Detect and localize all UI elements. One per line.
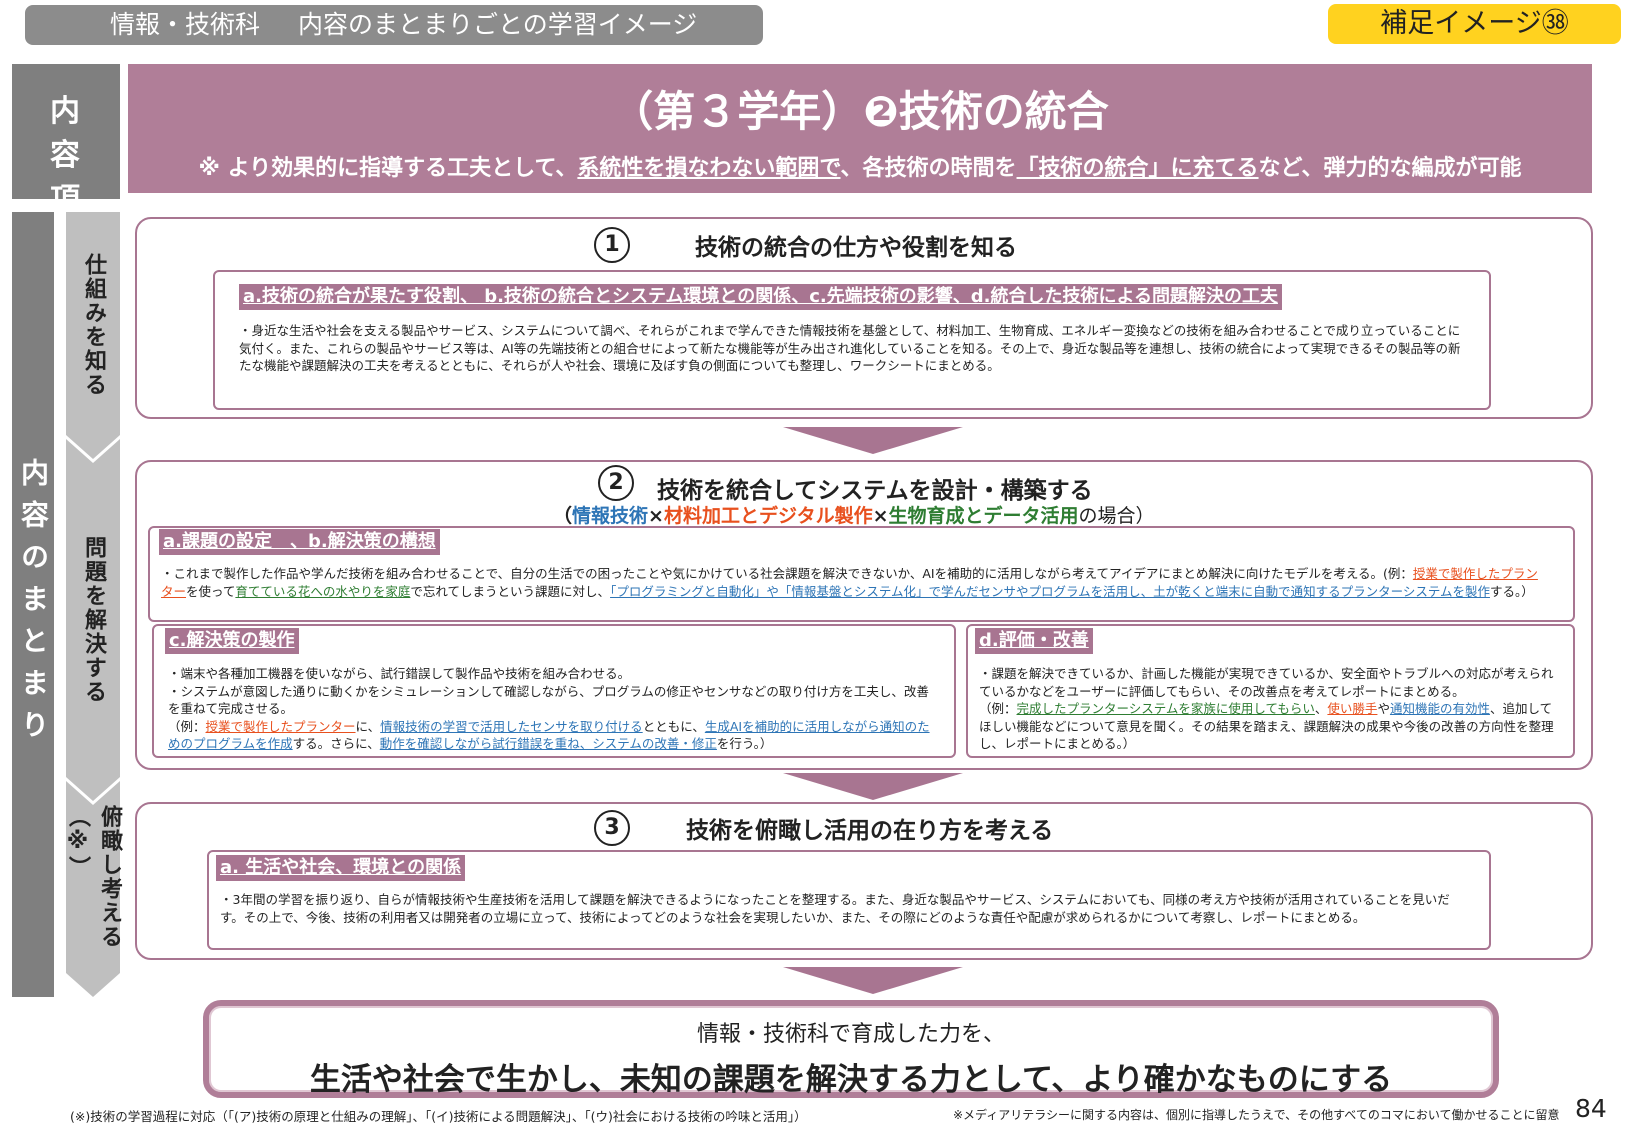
subtitle-info-tech: 情報技術 [572,505,649,527]
subtitle-open: （ [553,505,573,527]
content-item-label-line1: 内 容 [50,94,96,173]
note-underlined-1: 系統性を損なわない範囲で [577,156,841,181]
main-header: （第３学年）❷技術の統合 ※ より効果的に指導する工夫として、系統性を損なわない… [128,64,1592,193]
subtitle-close: の場合） [1078,505,1155,527]
flow-arrow-3 [783,967,963,994]
ab-text-4: する。） [1489,583,1534,599]
conclusion-line-1: 情報・技術科で育成した力を、 [696,1022,1005,1047]
content-item-label: 内 容 項 目 [12,64,120,261]
panel-3-title: 技術を俯瞰し活用の在り方を考える [686,818,1054,844]
footer-note-left: (※)技術の学習過程に対応（「(ア)技術の原理と仕組みの理解」、「(イ)技術によ… [70,1109,807,1124]
step-label-1: 仕組みを知る [81,252,106,397]
c-example: （例：授業で製作したプランターに、情報技術の学習で活用したセンサを取り付けるとと… [168,718,936,753]
panel-3-body: ・3年間の学習を振り返り、自らが情報技術や生産技術を活用して課題を解決できるよう… [220,892,1450,925]
subject-label: 情報・技術科 [110,10,261,39]
ab-text-2: を使って [186,583,236,599]
panel-1-title: 技術の統合の仕方や役割を知る [695,235,1017,261]
flow-arrow-2 [783,773,963,800]
page-title: （第３学年）❷技術の統合 [611,87,1109,136]
note-text-post: など、弾力的な編成が可能 [1258,156,1522,181]
d-text-1: （例： [979,701,1017,716]
c-text-3: とともに、 [642,718,705,734]
panel-2-title: 技術を統合してシステムを設計・構築する [657,478,1093,504]
subtitle-x: × [648,505,664,527]
c-text-1: （例： [168,718,206,734]
ab-text-3: で忘れてしまうという課題に対し、 [410,583,611,599]
supplement-badge: 補足イメージ㊳ [1328,4,1621,44]
header-bar: 情報・技術科 内容のまとまりごとの学習イメージ [25,5,763,45]
panel-2-subtitle: （情報技術×材料加工とデジタル製作×生物育成とデータ活用の場合） [553,501,1155,528]
c-line-2: ・システムが意図した通りに動くかをシミュレーションして確認しながら、プログラムの… [168,683,929,717]
step-number-2: 2 [598,465,634,501]
c-hl-2: 情報技術の学習で活用したセンサを取り付ける [380,718,643,734]
note-text-mid: 、各技術の時間を [840,156,1017,181]
step-number-1: 1 [594,227,630,263]
c-text-2: に、 [355,718,381,734]
subtitle-material: 材料加工とデジタル製作 [663,505,873,527]
c-line-1: ・端末や各種加工機器を使いながら、試行錯誤して製作品や技術を組み合わせる。 [168,666,631,681]
panel-2-c-heading: c.解決策の製作 [165,628,299,654]
d-text-2: 、 [1314,701,1328,716]
footer-note-right: ※メディアリテラシーに関する内容は、個別に指導したうえで、その他すべてのコマにお… [953,1108,1560,1122]
d-hl-2: 使い勝手 [1327,701,1378,716]
flow-arrow-1 [783,427,963,454]
d-text-3: や [1377,701,1390,716]
c-hl-1: 授業で製作したプランター [205,718,356,734]
side-label: 内容のまとまり [12,212,54,997]
d-hl-3: 通知機能の有効性 [1389,701,1490,716]
panel-2-ab-body: ・これまで製作した作品や学んだ技術を組み合わせることで、自分の生活での困ったこと… [161,565,1546,600]
c-hl-4: 動作を確認しながら試行錯誤を重ね、システムの改善・修正 [379,736,717,751]
header-title: 内容のまとまりごとの学習イメージ [298,10,698,39]
ab-text-1: ・これまで製作した作品や学んだ技術を組み合わせることで、自分の生活での困ったこと… [161,566,1413,581]
step-label-2: 問題を解決する [81,536,106,704]
panel-2-ab-heading: a.課題の設定 、b.解決策の構想 [159,529,440,555]
header-note: ※ より効果的に指導する工夫として、系統性を損なわない範囲で、各技術の時間を「技… [128,150,1592,182]
note-text: ※ より効果的に指導する工夫として、 [198,156,578,181]
d-line-1: ・課題を解決できているか、計画した機能が実現できているか、安全面やトラブルへの対… [979,666,1554,699]
subtitle-x: × [872,505,889,527]
panel-2-d-heading: d.評価・改善 [975,628,1093,654]
ab-hl-3: 「プログラミングと自動化」や「情報基盤とシステム化」で学んだセンサやプログラムを… [610,583,1490,599]
ab-hl-2: 育てている花への水やりを家庭 [235,583,411,599]
subtitle-bio: 生物育成とデータ活用 [888,505,1079,527]
step-label-3: 俯瞰し考える（※） [65,805,122,949]
note-underlined-2: 「技術の統合」に充てる [1016,156,1259,181]
panel-3-heading: a. 生活や社会、環境との関係 [216,855,466,881]
d-hl-1: 完成したプランターシステムを家族に使用してもらい [1016,701,1315,716]
panel-2-d-body: ・課題を解決できているか、計画した機能が実現できているか、安全面やトラブルへの対… [979,665,1559,753]
c-text-5: を行う。） [716,736,773,751]
c-text-4: する。さらに、 [292,736,380,751]
panel-1-heading: a.技術の統合が果たす役割、 b.技術の統合とシステム環境との関係、c.先端技術… [239,284,1282,310]
conclusion-box: 情報・技術科で育成した力を、 生活や社会で生かし、未知の課題を解決する力として、… [203,1000,1499,1098]
panel-2-c-body: ・端末や各種加工機器を使いながら、試行錯誤して製作品や技術を組み合わせる。・シス… [168,665,936,753]
conclusion-line-2: 生活や社会で生かし、未知の課題を解決する力として、より確かなものにする [309,1062,1393,1098]
page-number: 84 [1575,1094,1607,1123]
panel-1-body: ・身近な生活や社会を支える製品やサービス、システムについて調べ、それらがこれまで… [239,323,1461,373]
step-number-3: 3 [594,810,630,846]
d-example: （例：完成したプランターシステムを家族に使用してもらい、使い勝手や通知機能の有効… [979,700,1559,753]
